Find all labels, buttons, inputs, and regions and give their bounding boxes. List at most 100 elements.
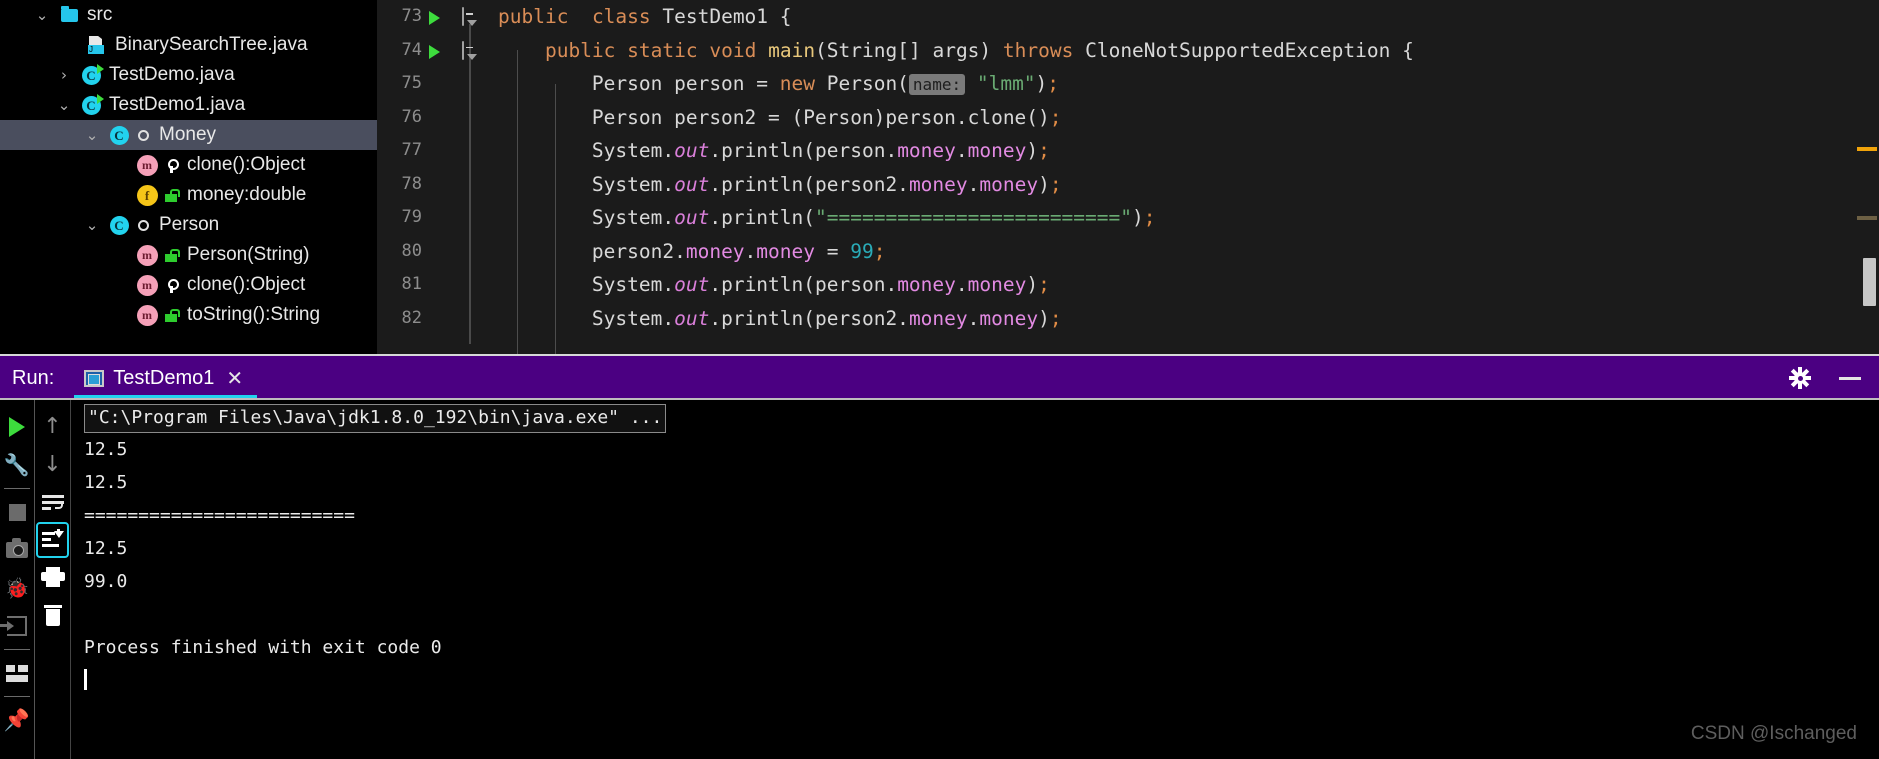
tree-item-person-tostring-method[interactable]: m toString():String bbox=[0, 300, 377, 330]
tree-item-money-field[interactable]: f money:double bbox=[0, 180, 377, 210]
parameter-hint: name: bbox=[908, 74, 966, 95]
rerun-icon[interactable] bbox=[0, 408, 35, 446]
visibility-default-icon bbox=[160, 248, 182, 262]
code-line-78[interactable]: System.out.println(person2.money.money); bbox=[492, 168, 1879, 202]
console-toolbar[interactable]: ↑ ↓ bbox=[35, 400, 70, 759]
close-icon[interactable]: ✕ bbox=[226, 366, 243, 390]
class-runnable-icon: C bbox=[78, 93, 104, 115]
editor-gutter[interactable]: 73 74 75 76 77 78 79 80 81 82 bbox=[377, 0, 492, 356]
console-output-line: 12.5 bbox=[84, 439, 128, 460]
console-output-blank bbox=[84, 598, 1879, 631]
code-line-73[interactable]: public class TestDemo1 { bbox=[492, 0, 1879, 34]
tree-item-src[interactable]: ⌄ src bbox=[0, 0, 377, 30]
code-line-75[interactable]: Person person = new Person(name: "lmm"); bbox=[492, 67, 1879, 101]
line-number: 74 bbox=[401, 39, 422, 60]
screenshot-icon[interactable] bbox=[0, 531, 35, 569]
method-icon: m bbox=[134, 244, 160, 266]
tab-testdemo1[interactable]: TestDemo1 ✕ bbox=[74, 356, 258, 400]
console-command-row: "C:\Program Files\Java\jdk1.8.0_192\bin\… bbox=[84, 404, 1879, 433]
fold-collapse-icon[interactable] bbox=[462, 40, 478, 60]
soft-wrap-icon[interactable] bbox=[35, 484, 70, 522]
tree-item-label: Money bbox=[159, 124, 217, 145]
code-line-79[interactable]: System.out.println("====================… bbox=[492, 201, 1879, 235]
visibility-default-icon bbox=[160, 308, 182, 322]
toolbar-separator bbox=[4, 488, 30, 489]
tree-item-money-class[interactable]: ⌄ C Money bbox=[0, 120, 377, 150]
chevron-down-icon[interactable]: ⌄ bbox=[28, 7, 56, 23]
gear-icon[interactable] bbox=[1789, 367, 1811, 389]
run-panel-label: Run: bbox=[12, 366, 55, 389]
watermark: CSDN @Ischanged bbox=[1690, 723, 1857, 744]
tree-item-label: money:double bbox=[187, 184, 307, 205]
code-line-74[interactable]: public static void main(String[] args) t… bbox=[492, 34, 1879, 68]
gutter-row: 81 bbox=[377, 268, 492, 302]
minimize-icon[interactable] bbox=[1839, 376, 1861, 380]
tree-item-label: Person bbox=[159, 214, 220, 235]
run-gutter-icon[interactable] bbox=[429, 44, 440, 59]
console-output-line: 12.5 bbox=[84, 472, 128, 493]
code-line-76[interactable]: Person person2 = (Person)person.clone(); bbox=[492, 101, 1879, 135]
editor-code-area[interactable]: public class TestDemo1 { public static v… bbox=[492, 0, 1879, 356]
gutter-row: 77 bbox=[377, 134, 492, 168]
warning-marker-dim[interactable] bbox=[1857, 216, 1877, 220]
code-line-77[interactable]: System.out.println(person.money.money); bbox=[492, 134, 1879, 168]
chevron-down-icon[interactable]: ⌄ bbox=[50, 97, 78, 113]
code-line-80[interactable]: person2.money.money = 99; bbox=[492, 235, 1879, 269]
restore-layout-icon[interactable] bbox=[0, 607, 35, 645]
scroll-to-end-icon[interactable] bbox=[36, 522, 69, 558]
line-number: 78 bbox=[401, 173, 422, 194]
scrollbar-thumb[interactable] bbox=[1863, 258, 1876, 306]
project-tree-panel[interactable]: ⌄ src J BinarySearchTree.java › C TestDe… bbox=[0, 0, 377, 356]
code-editor[interactable]: 73 74 75 76 77 78 79 80 81 82 public cla… bbox=[377, 0, 1879, 356]
fold-collapse-icon[interactable] bbox=[462, 7, 478, 26]
line-number: 75 bbox=[401, 73, 422, 93]
line-number: 77 bbox=[401, 140, 422, 160]
gutter-row: 79 bbox=[377, 201, 492, 235]
pin-tab-icon[interactable]: 📌 bbox=[0, 701, 35, 739]
tree-item-label: clone():Object bbox=[187, 274, 306, 295]
edit-configurations-icon[interactable]: 🔧 bbox=[0, 446, 35, 484]
run-panel-body: 🔧 🐞 📌 ↑ ↓ "C:\Program Files\Java\jdk1.8.… bbox=[0, 400, 1879, 759]
run-left-toolbar[interactable]: 🔧 🐞 📌 bbox=[0, 400, 35, 759]
line-number: 73 bbox=[401, 6, 422, 26]
scroll-up-icon[interactable]: ↑ bbox=[35, 408, 70, 446]
editor-scrollbar[interactable] bbox=[1857, 0, 1879, 356]
print-icon[interactable] bbox=[35, 558, 70, 596]
run-tool-window[interactable]: Run: TestDemo1 ✕ 🔧 🐞 📌 ↑ ↓ "C:\Program F… bbox=[0, 354, 1879, 759]
console-output-line: 12.5 bbox=[84, 538, 128, 559]
stop-icon[interactable] bbox=[0, 493, 35, 531]
console-output[interactable]: "C:\Program Files\Java\jdk1.8.0_192\bin\… bbox=[70, 400, 1879, 759]
tree-item-person-constructor[interactable]: m Person(String) bbox=[0, 240, 377, 270]
tree-item-label: TestDemo1.java bbox=[109, 94, 246, 115]
console-exit-line: Process finished with exit code 0 bbox=[84, 637, 442, 658]
tree-item-testdemo1[interactable]: ⌄ C TestDemo1.java bbox=[0, 90, 377, 120]
class-icon: C bbox=[106, 215, 132, 235]
gutter-row: 73 bbox=[377, 0, 492, 34]
tree-item-label: Person(String) bbox=[187, 244, 310, 265]
tree-item-person-clone-method[interactable]: m clone():Object bbox=[0, 270, 377, 300]
toolbar-separator bbox=[4, 649, 30, 650]
tree-item-money-clone-method[interactable]: m clone():Object bbox=[0, 150, 377, 180]
scroll-down-icon[interactable]: ↓ bbox=[35, 446, 70, 484]
warning-marker[interactable] bbox=[1857, 147, 1877, 151]
code-line-82[interactable]: System.out.println(person2.money.money); bbox=[492, 302, 1879, 336]
line-number: 76 bbox=[401, 106, 422, 127]
class-runnable-icon: C bbox=[78, 63, 104, 85]
visibility-protected-icon bbox=[160, 158, 182, 173]
gutter-row: 78 bbox=[377, 168, 492, 202]
clear-all-icon[interactable] bbox=[35, 596, 70, 634]
tree-item-binarysearchtree[interactable]: J BinarySearchTree.java bbox=[0, 30, 377, 60]
layout-icon[interactable] bbox=[0, 654, 35, 692]
tree-item-person-class[interactable]: ⌄ C Person bbox=[0, 210, 377, 240]
run-gutter-icon[interactable] bbox=[429, 11, 440, 25]
chevron-down-icon[interactable]: ⌄ bbox=[78, 127, 106, 143]
dump-threads-icon[interactable]: 🐞 bbox=[0, 569, 35, 607]
chevron-down-icon[interactable]: ⌄ bbox=[78, 217, 106, 233]
chevron-right-icon[interactable]: › bbox=[50, 67, 78, 83]
code-line-81[interactable]: System.out.println(person.money.money); bbox=[492, 268, 1879, 302]
visibility-public-icon bbox=[132, 129, 154, 141]
tree-item-label: clone():Object bbox=[187, 154, 306, 175]
field-icon: f bbox=[134, 184, 160, 206]
tree-item-testdemo[interactable]: › C TestDemo.java bbox=[0, 60, 377, 90]
tree-item-label: src bbox=[87, 4, 113, 25]
